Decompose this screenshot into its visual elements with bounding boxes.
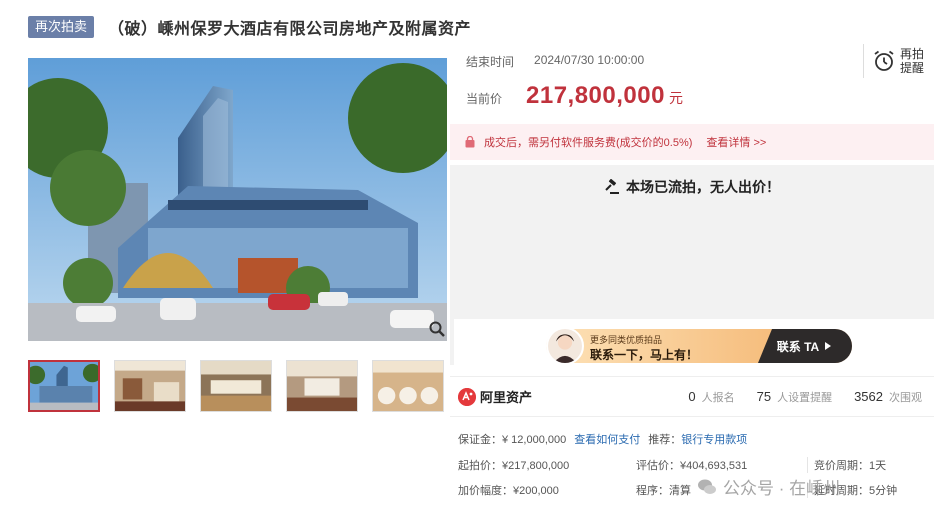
- reminders-stat: 75 人设置提醒: [757, 389, 832, 405]
- brand-name: 阿里资产: [480, 390, 533, 405]
- relist-reminder-label: 再拍提醒: [900, 47, 925, 75]
- main-photo[interactable]: [28, 58, 447, 341]
- views-label: 次围观: [889, 392, 922, 404]
- end-time-row: 结束时间 2024/07/30 10:00:00: [466, 53, 644, 70]
- chevron-right-icon: [825, 342, 832, 350]
- gavel-icon: [605, 179, 619, 194]
- bag-icon: [465, 136, 475, 148]
- signups-label: 人报名: [701, 392, 735, 404]
- relist-reminder-button[interactable]: 再拍提醒: [863, 44, 933, 78]
- deposit-row: 保证金：¥ 12,000,000 查看如何支付 推荐： 银行专用款项: [458, 431, 747, 447]
- views-stat: 3562 次围观: [854, 389, 922, 405]
- start-price: 起拍价：¥217,800,000: [458, 460, 570, 472]
- ali-logo-icon: [458, 387, 476, 406]
- how-to-pay-link[interactable]: 查看如何支付: [574, 431, 640, 447]
- price-row: 当前价 217,800,000 元: [466, 82, 683, 110]
- bank-payment-link[interactable]: 银行专用款项: [681, 431, 747, 447]
- thumbnail-3[interactable]: [200, 360, 272, 412]
- end-time-value: 2024/07/30 10:00:00: [534, 53, 645, 67]
- bidding-cycle: 竞价周期：1天: [814, 460, 887, 472]
- service-fee-text: 成交后，需另付软件服务费(成交价的0.5%): [484, 137, 693, 149]
- contact-button-label: 联系 TA: [776, 339, 820, 354]
- alarm-clock-icon: [874, 50, 894, 71]
- bid-increment: 加价幅度：¥200,000: [458, 485, 559, 497]
- page-title: （破）嵊州保罗大酒店有限公司房地产及附属资产: [108, 21, 472, 38]
- title-bar: 再次拍卖 （破）嵊州保罗大酒店有限公司房地产及附属资产: [28, 16, 471, 38]
- watermark-text: 公众号 · 在嵊州: [723, 479, 841, 498]
- auction-details: 保证金：¥ 12,000,000 查看如何支付 推荐： 银行专用款项 起拍价：¥…: [450, 416, 934, 498]
- current-price: 217,800,000: [526, 82, 665, 109]
- deposit-amount: 保证金：¥ 12,000,000: [458, 434, 567, 446]
- agent-avatar: [546, 327, 584, 365]
- wechat-watermark: 公众号 · 在嵊州: [697, 474, 840, 499]
- relist-badge: 再次拍卖: [28, 16, 95, 38]
- details-row-1: 起拍价：¥217,800,000 评估价：¥404,693,531 竞价周期：1…: [458, 457, 886, 473]
- end-time-label: 结束时间: [466, 55, 515, 69]
- contact-button[interactable]: 联系 TA: [758, 329, 852, 363]
- fee-details-link[interactable]: 查看详情 >>: [706, 134, 766, 150]
- signups-stat: 0 人报名: [688, 389, 734, 405]
- appraisal-price: 评估价：¥404,693,531: [636, 457, 808, 473]
- reminders-label: 人设置提醒: [777, 392, 833, 404]
- views-value: 3562: [854, 389, 883, 404]
- ali-assets-logo: 阿里资产: [458, 387, 532, 406]
- signups-value: 0: [688, 389, 696, 404]
- participation-stats: 0 人报名 75 人设置提醒 3562 次围观: [688, 389, 922, 405]
- auction-status-box: 本场已流拍，无人出价！ 更多同类优质拍品 联系一下，马上有！ 联系 TA: [450, 165, 934, 371]
- auction-status-text: 本场已流拍，无人出价！: [626, 179, 780, 195]
- thumbnail-1[interactable]: [28, 360, 100, 412]
- recommend-label: 推荐：: [648, 434, 682, 446]
- thumbnail-5[interactable]: [372, 360, 444, 412]
- auction-status: 本场已流拍，无人出价！: [450, 177, 934, 197]
- thumbnail-4[interactable]: [286, 360, 358, 412]
- contact-banner[interactable]: 更多同类优质拍品 联系一下，马上有！ 联系 TA: [454, 319, 934, 371]
- zoom-icon[interactable]: [428, 320, 446, 338]
- reminders-value: 75: [756, 389, 772, 404]
- price-label: 当前价: [466, 92, 503, 106]
- contact-title: 联系一下，马上有！: [590, 348, 699, 362]
- service-fee-notice: 成交后，需另付软件服务费(成交价的0.5%) 查看详情 >>: [450, 124, 934, 160]
- thumbnail-strip: [28, 360, 448, 412]
- stats-row: 阿里资产 0 人报名 75 人设置提醒 3562 次围观: [450, 376, 934, 416]
- wechat-icon: [698, 479, 716, 494]
- thumbnail-2[interactable]: [114, 360, 186, 412]
- price-unit: 元: [668, 90, 683, 106]
- contact-subtitle: 更多同类优质拍品: [590, 335, 663, 345]
